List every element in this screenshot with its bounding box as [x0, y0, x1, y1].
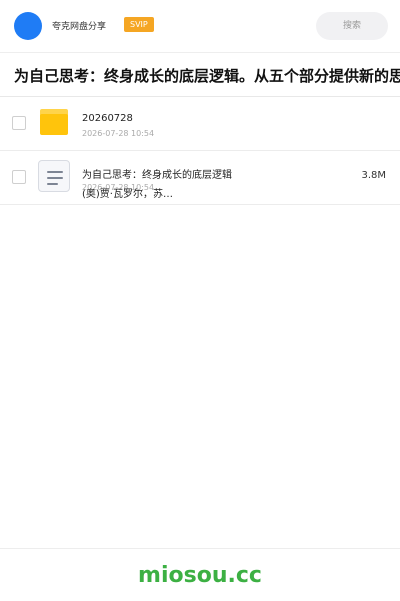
brand-name: 夸克网盘分享: [52, 22, 107, 32]
svip-badge: SVIP: [124, 17, 154, 32]
page-title: 为自己思考：终身成长的底层逻辑。从五个部分提供新的思: [14, 67, 400, 85]
footer: miosou.cc: [0, 548, 400, 601]
title-bar: 为自己思考：终身成长的底层逻辑。从五个部分提供新的思: [0, 53, 400, 97]
folder-icon: [40, 109, 68, 135]
avatar[interactable]: [14, 12, 42, 40]
file-name[interactable]: 为自己思考：终身成长的底层逻辑: [82, 166, 232, 181]
file-row[interactable]: 20260728 2026-07-28 10:54: [0, 97, 400, 151]
row-checkbox[interactable]: [12, 116, 26, 130]
search-button[interactable]: 搜索: [316, 12, 388, 40]
top-bar: 夸克网盘分享 SVIP 搜索: [0, 0, 400, 53]
file-name-line2[interactable]: (奥)贾·瓦罗尔，苏…: [82, 185, 173, 200]
file-row[interactable]: 为自己思考：终身成长的底层逻辑 2026-07-28 10:54 (奥)贾·瓦罗…: [0, 151, 400, 205]
row-checkbox[interactable]: [12, 170, 26, 184]
file-size: 3.8M: [361, 170, 386, 181]
file-name[interactable]: 20260728: [82, 113, 133, 124]
document-icon: [38, 160, 70, 192]
file-date: 2026-07-28 10:54: [82, 129, 155, 138]
site-watermark[interactable]: miosou.cc: [0, 563, 400, 588]
